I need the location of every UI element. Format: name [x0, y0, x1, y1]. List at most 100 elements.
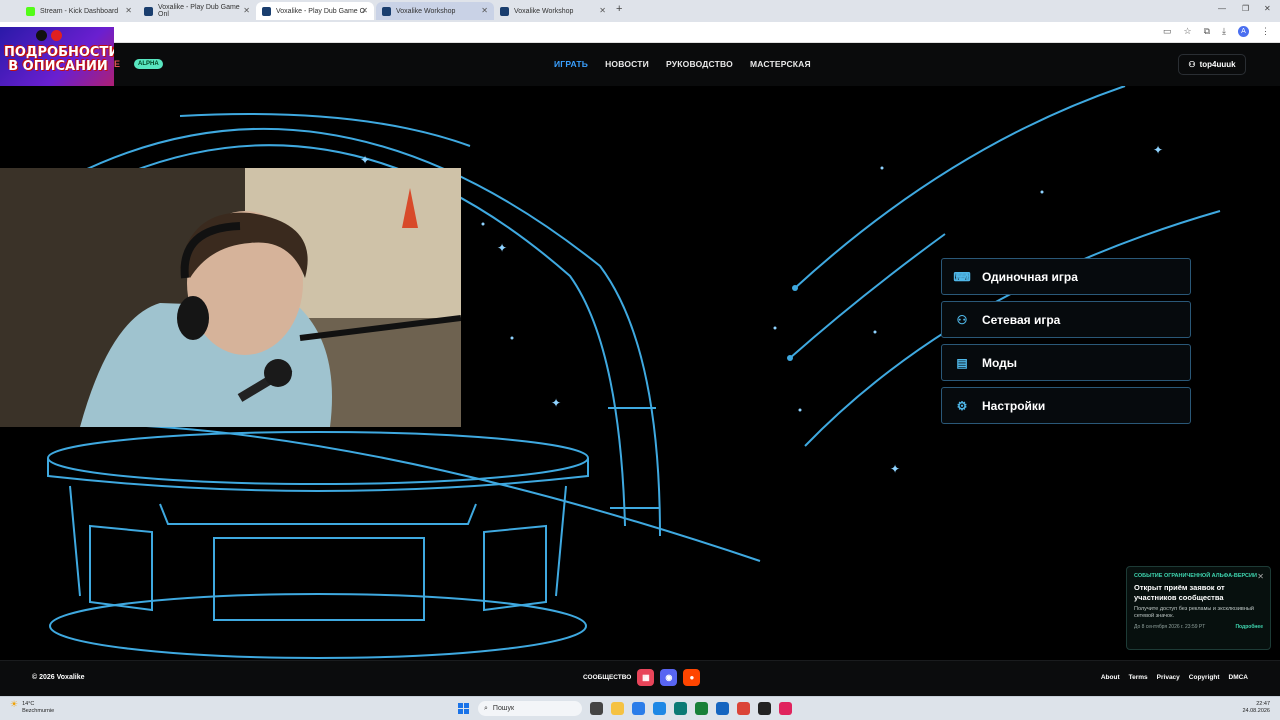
tab-voxalike-1[interactable]: Voxalike - Play Dub Game Onl ✕ [138, 2, 256, 20]
star-dot [873, 330, 877, 334]
pedestal-panel-right [483, 524, 547, 612]
nav-news[interactable]: НОВОСТИ [605, 59, 649, 69]
pedestal-step [159, 503, 477, 525]
singleplayer-button[interactable]: ⌨ Одиночная игра [941, 258, 1191, 295]
community-label: СООБЩЕСТВО [583, 674, 632, 681]
settings-button[interactable]: ⚙ Настройки [941, 387, 1191, 424]
alpha-badge: ALPHA [134, 59, 163, 69]
nav-workshop[interactable]: МАСТЕРСКАЯ [750, 59, 811, 69]
tab-voxalike-2[interactable]: Voxalike - Play Dub Game O ✕ [256, 2, 374, 20]
file-explorer-icon[interactable] [611, 702, 624, 715]
discord-icon[interactable]: ◉ [660, 669, 678, 686]
main-menu: ⌨ Одиночная игра ⚇ Сетевая игра ▤ Моды ⚙… [941, 258, 1191, 430]
logo[interactable]: E [114, 59, 120, 69]
users-icon: ⚇ [956, 312, 968, 327]
footer-link-dmca[interactable]: DMCA [1229, 674, 1249, 681]
extensions-icon[interactable]: ⧉ [1204, 26, 1210, 37]
nav-guide[interactable]: РУКОВОДСТВО [666, 59, 733, 69]
store-icon[interactable]: ▦ [637, 669, 655, 686]
promo-overlay: ПОДРОБНОСТИ В ОПИСАНИИ [0, 27, 114, 90]
notice-body: Получите доступ без рекламы и эксклюзивн… [1134, 606, 1254, 619]
obs-icon[interactable] [758, 702, 771, 715]
star-icon: ✦ [497, 241, 507, 255]
app-icon[interactable] [716, 702, 729, 715]
system-clock[interactable]: 22:47 24.08.2026 [1242, 701, 1270, 715]
tab-voxalike-workshop-1[interactable]: Voxalike Workshop ✕ [376, 2, 494, 20]
main-nav: ИГРАТЬ НОВОСТИ РУКОВОДСТВО МАСТЕРСКАЯ [554, 59, 811, 69]
start-button[interactable] [458, 703, 469, 714]
community-links: СООБЩЕСТВО ▦ ◉ ● [583, 669, 701, 686]
multiplayer-button[interactable]: ⚇ Сетевая игра [941, 301, 1191, 338]
comet-trail [789, 233, 946, 359]
weather-widget[interactable]: ☀ 14°C Bezchmurnie [10, 699, 54, 715]
close-window-icon[interactable]: ✕ [1264, 4, 1271, 13]
chrome-icon[interactable] [737, 702, 750, 715]
reddit-icon[interactable]: ● [683, 669, 701, 686]
close-icon[interactable]: ✕ [361, 6, 368, 15]
gamepad-icon: ⌨ [953, 269, 971, 284]
taskbar-search[interactable]: ⌕ Пошук [478, 701, 582, 716]
pedestal-panel-left [89, 524, 153, 612]
star-icon: ✦ [551, 396, 561, 410]
app-icon[interactable] [674, 702, 687, 715]
streamer-figure [0, 168, 461, 427]
search-placeholder: Пошук [492, 705, 515, 712]
app-icon[interactable] [695, 702, 708, 715]
profile-avatar[interactable]: A [1238, 26, 1249, 37]
tab-voxalike-workshop-2[interactable]: Voxalike Workshop ✕ [494, 2, 612, 20]
new-tab-button[interactable]: + [616, 3, 622, 15]
task-view-icon[interactable] [590, 702, 603, 715]
star-dot [773, 326, 777, 330]
search-icon: ⌕ [484, 704, 488, 712]
menu-label: Одиночная игра [982, 269, 1078, 284]
voxalike-icon [262, 6, 271, 16]
youtube-icon [51, 30, 62, 41]
voxalike-icon [144, 6, 153, 16]
sun-icon: ☀ [10, 699, 19, 709]
tab-title: Voxalike - Play Dub Game Onl [158, 4, 240, 18]
notice-date: До 8 сентября 2026 г. 23:59 PT [1134, 624, 1206, 630]
star-icon[interactable]: ☆ [1184, 26, 1192, 37]
app-icon[interactable] [779, 702, 792, 715]
nav-play[interactable]: ИГРАТЬ [554, 59, 588, 69]
footer-links: About Terms Privacy Copyright DMCA [1101, 674, 1248, 681]
edge-icon[interactable] [632, 702, 645, 715]
close-icon[interactable]: ✕ [125, 6, 132, 15]
footer-link-privacy[interactable]: Privacy [1157, 674, 1180, 681]
store-app-icon[interactable] [653, 702, 666, 715]
weather-temp: 14°C [22, 701, 35, 707]
footer-link-about[interactable]: About [1101, 674, 1120, 681]
restore-icon[interactable]: ❐ [1242, 4, 1249, 13]
taskbar-apps [590, 702, 792, 715]
menu-label: Сетевая игра [982, 312, 1061, 327]
notice-more-link[interactable]: Подробнее [1235, 624, 1263, 630]
mods-button[interactable]: ▤ Моды [941, 344, 1191, 381]
address-bar[interactable]: ▭ ☆ ⧉ ⤓ A ⋮ [0, 22, 1280, 43]
footer-link-terms[interactable]: Terms [1129, 674, 1148, 681]
tab-kick-dashboard[interactable]: Stream - Kick Dashboard ✕ [20, 2, 138, 20]
tab-title: Voxalike - Play Dub Game O [276, 7, 366, 15]
user-account-button[interactable]: ⚇ top4uuuk [1178, 54, 1246, 75]
minimize-icon[interactable]: — [1218, 4, 1226, 13]
close-icon[interactable]: ✕ [599, 6, 606, 15]
star-icon: ✦ [890, 462, 900, 476]
download-icon[interactable]: ⤓ [1222, 26, 1226, 37]
browser-tabstrip: Stream - Kick Dashboard ✕ Voxalike - Pla… [0, 0, 1280, 22]
pedestal-side [69, 485, 567, 597]
menu-dots-icon[interactable]: ⋮ [1261, 26, 1270, 37]
star-icon: ✦ [1153, 143, 1163, 157]
close-icon[interactable]: ✕ [243, 6, 250, 15]
close-icon[interactable]: ✕ [481, 6, 488, 15]
footer-link-copyright[interactable]: Copyright [1189, 674, 1220, 681]
close-icon[interactable]: ✕ [1257, 572, 1264, 581]
star-dot [1040, 190, 1044, 194]
cast-icon[interactable]: ▭ [1163, 26, 1172, 37]
voxalike-icon [382, 6, 391, 16]
notice-heading: Открыт приём заявок от участников сообще… [1134, 583, 1225, 602]
comet-head [792, 285, 798, 291]
site-header: E ALPHA ИГРАТЬ НОВОСТИ РУКОВОДСТВО МАСТЕ… [0, 43, 1280, 86]
kick-icon [26, 6, 35, 16]
gear-icon: ⚙ [956, 398, 968, 413]
os-taskbar: ☀ 14°C Bezchmurnie ⌕ Пошук 22:47 24.08.2… [0, 696, 1280, 720]
floor-arc [0, 422, 761, 562]
